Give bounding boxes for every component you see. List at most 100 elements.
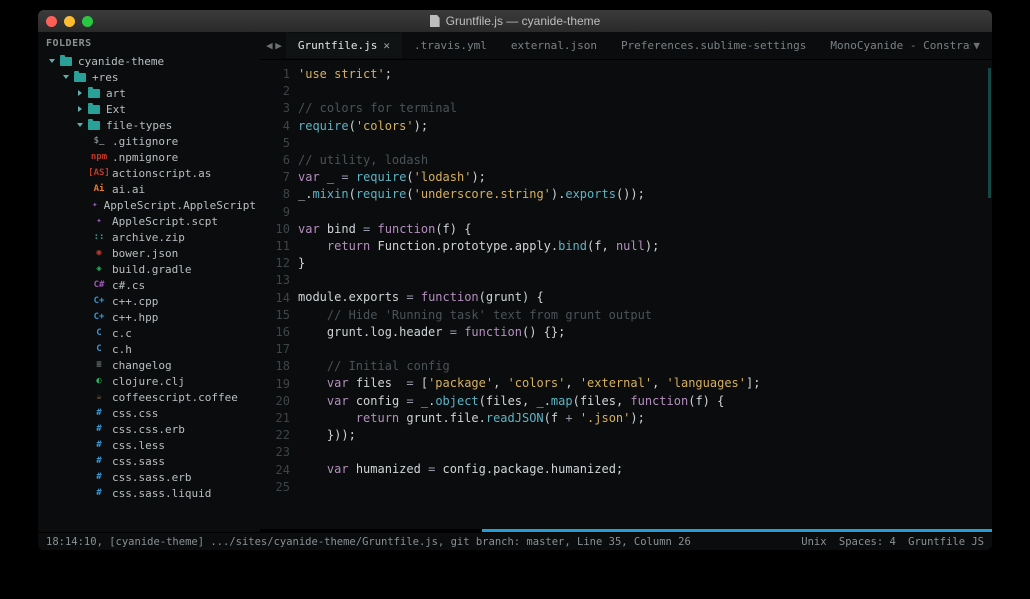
code-line[interactable]: // Hide 'Running task' text from grunt o…	[298, 307, 986, 324]
folder-icon	[60, 57, 72, 66]
filetype-icon: ::	[92, 232, 106, 242]
file-item[interactable]: ::archive.zip	[42, 229, 260, 245]
file-item[interactable]: #css.css	[42, 405, 260, 421]
code-line[interactable]: // utility, lodash	[298, 152, 986, 169]
tab[interactable]: .travis.yml	[402, 33, 499, 58]
item-label: archive.zip	[112, 231, 185, 244]
code-line[interactable]: return grunt.file.readJSON(f + '.json');	[298, 410, 986, 427]
item-label: file-types	[106, 119, 172, 132]
titlebar[interactable]: Gruntfile.js — cyanide-theme	[38, 10, 992, 32]
file-item[interactable]: ◉bower.json	[42, 245, 260, 261]
file-item[interactable]: #css.sass	[42, 453, 260, 469]
item-label: build.gradle	[112, 263, 191, 276]
file-item[interactable]: Cc.c	[42, 325, 260, 341]
code-line[interactable]	[298, 204, 986, 221]
code-line[interactable]: var bind = function(f) {	[298, 221, 986, 238]
file-item[interactable]: C+c++.cpp	[42, 293, 260, 309]
close-icon[interactable]: ✕	[383, 39, 390, 52]
window-title: Gruntfile.js — cyanide-theme	[38, 14, 992, 28]
code-line[interactable]	[298, 479, 986, 496]
sidebar[interactable]: FOLDERS cyanide-theme +resartExt file-type…	[38, 32, 260, 532]
code-line[interactable]	[298, 272, 986, 289]
code-line[interactable]: var humanized = config.package.humanized…	[298, 461, 986, 478]
code-line[interactable]: grunt.log.header = function() {};	[298, 324, 986, 341]
file-item[interactable]: npm.npmignore	[42, 149, 260, 165]
editor-window: Gruntfile.js — cyanide-theme FOLDERS cya…	[38, 10, 992, 550]
tab-bar[interactable]: ◀ ▶ Gruntfile.js✕.travis.ymlexternal.jso…	[260, 32, 992, 60]
file-item[interactable]: C+c++.hpp	[42, 309, 260, 325]
file-item[interactable]: ☕coffeescript.coffee	[42, 389, 260, 405]
code-line[interactable]: var _ = require('lodash');	[298, 169, 986, 186]
minimap[interactable]	[986, 60, 992, 529]
code-line[interactable]	[298, 341, 986, 358]
code-line[interactable]: // colors for terminal	[298, 100, 986, 117]
filetype-icon: ◉	[92, 248, 106, 258]
status-indent[interactable]: Spaces: 4	[839, 536, 896, 548]
status-encoding[interactable]: Unix	[801, 536, 826, 548]
folder-item[interactable]: file-types	[42, 117, 260, 133]
folder-item[interactable]: Ext	[42, 101, 260, 117]
item-label: c.h	[112, 343, 132, 356]
tab[interactable]: external.json	[499, 33, 609, 58]
file-item[interactable]: ✦AppleScript.scpt	[42, 213, 260, 229]
file-item[interactable]: ◈build.gradle	[42, 261, 260, 277]
minimize-icon[interactable]	[64, 16, 75, 27]
item-label: actionscript.as	[112, 167, 211, 180]
code-line[interactable]: }));	[298, 427, 986, 444]
code-line[interactable]	[298, 135, 986, 152]
code-line[interactable]: var files = ['package', 'colors', 'exter…	[298, 375, 986, 392]
code-line[interactable]: require('colors');	[298, 118, 986, 135]
file-item[interactable]: ◐clojure.clj	[42, 373, 260, 389]
code-line[interactable]: }	[298, 255, 986, 272]
folders-header: FOLDERS	[38, 32, 260, 53]
file-item[interactable]: Aiai.ai	[42, 181, 260, 197]
code-line[interactable]: module.exports = function(grunt) {	[298, 289, 986, 306]
item-label: +res	[92, 71, 119, 84]
item-label: c#.cs	[112, 279, 145, 292]
item-label: c.c	[112, 327, 132, 340]
folder-icon	[88, 121, 100, 130]
folder-icon	[88, 105, 100, 114]
filetype-icon: Ai	[92, 184, 106, 194]
item-label: AppleScript.AppleScript	[104, 199, 256, 212]
code-line[interactable]	[298, 83, 986, 100]
tab-nav-arrows[interactable]: ◀ ▶	[266, 39, 280, 52]
code-line[interactable]: var config = _.object(files, _.map(files…	[298, 393, 986, 410]
code-line[interactable]	[298, 444, 986, 461]
code-editor[interactable]: 1234567891011121314151617181920212223242…	[260, 60, 992, 529]
file-item[interactable]: ✦AppleScript.AppleScript	[42, 197, 260, 213]
close-icon[interactable]	[46, 16, 57, 27]
status-bar[interactable]: 18:14:10, [cyanide-theme] .../sites/cyan…	[38, 532, 992, 550]
tab[interactable]: MonoCyanide - Constrasted Semi.tmTheme	[818, 33, 971, 58]
file-item[interactable]: Cc.h	[42, 341, 260, 357]
file-item[interactable]: #css.less	[42, 437, 260, 453]
code-line[interactable]: // Initial config	[298, 358, 986, 375]
tab-overflow-icon[interactable]: ▼	[973, 39, 986, 52]
folder-item[interactable]: art	[42, 85, 260, 101]
folder-item[interactable]: cyanide-theme	[42, 53, 260, 69]
tab[interactable]: Gruntfile.js✕	[286, 33, 402, 58]
code-line[interactable]: _.mixin(require('underscore.string').exp…	[298, 186, 986, 203]
filetype-icon: C	[92, 328, 106, 338]
file-item[interactable]: [AS]actionscript.as	[42, 165, 260, 181]
file-item[interactable]: #css.sass.liquid	[42, 485, 260, 501]
code-line[interactable]: 'use strict';	[298, 66, 986, 83]
file-item[interactable]: $_.gitignore	[42, 133, 260, 149]
tab[interactable]: Preferences.sublime-settings	[609, 33, 818, 58]
file-item[interactable]: ≡changelog	[42, 357, 260, 373]
filetype-icon: ◐	[92, 376, 106, 386]
file-item[interactable]: #css.css.erb	[42, 421, 260, 437]
chevron-down-icon	[78, 90, 82, 96]
chevron-down-icon	[49, 59, 55, 63]
chevron-down-icon	[78, 106, 82, 112]
folder-item[interactable]: +res	[42, 69, 260, 85]
file-item[interactable]: C#c#.cs	[42, 277, 260, 293]
folder-icon	[74, 73, 86, 82]
code-area[interactable]: 'use strict'; // colors for terminalrequ…	[298, 60, 986, 529]
status-syntax[interactable]: Gruntfile JS	[908, 536, 984, 548]
code-line[interactable]: return Function.prototype.apply.bind(f, …	[298, 238, 986, 255]
status-left: 18:14:10, [cyanide-theme] .../sites/cyan…	[46, 536, 691, 548]
file-item[interactable]: #css.sass.erb	[42, 469, 260, 485]
zoom-icon[interactable]	[82, 16, 93, 27]
item-label: css.sass	[112, 455, 165, 468]
